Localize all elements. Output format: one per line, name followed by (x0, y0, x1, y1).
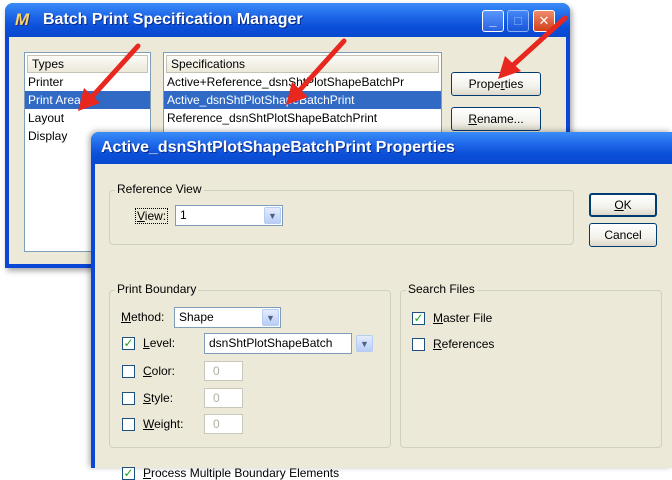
red-annotation-arrow (498, 15, 568, 79)
label-text: rocess Multiple Boundary Elements (151, 466, 340, 480)
process-multiple-checkbox[interactable]: ✓ (122, 467, 135, 480)
process-multiple-label: Process Multiple Boundary Elements (143, 466, 339, 480)
red-annotation-arrow (78, 43, 141, 111)
red-annotation-arrow (286, 38, 347, 105)
annotation-arrows (78, 15, 568, 111)
label-hotkey: P (143, 466, 152, 480)
